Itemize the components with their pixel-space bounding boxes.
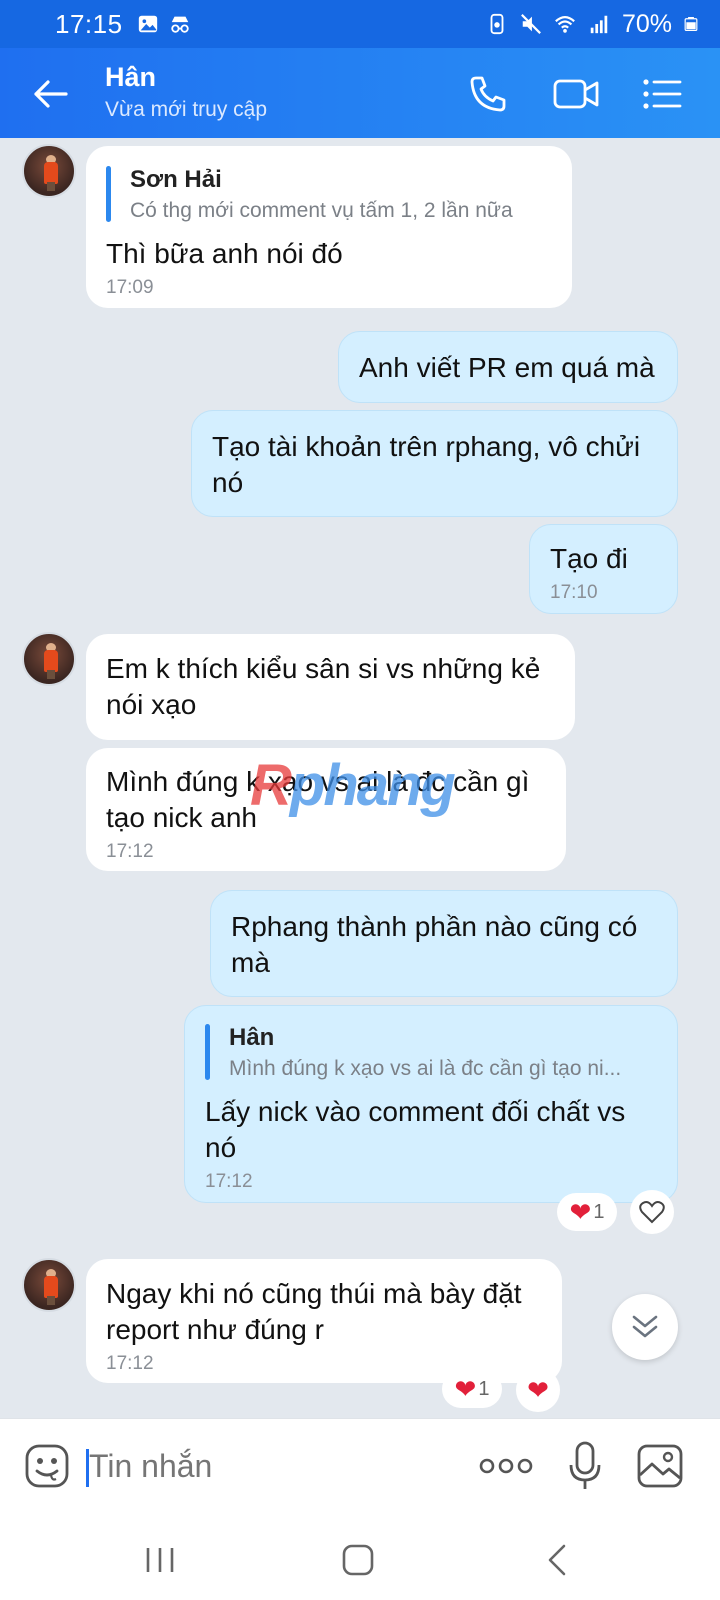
status-time: 17:15 [55,8,123,39]
incoming-message[interactable]: Sơn Hải Có thg mới comment vụ tấm 1, 2 l… [86,146,572,308]
avatar[interactable] [22,1258,76,1312]
reaction-badge[interactable]: ❤ 1 [557,1193,617,1231]
avatar[interactable] [22,144,76,198]
avatar[interactable] [22,632,76,686]
incognito-icon [170,16,189,33]
message-time: 17:12 [205,1171,253,1192]
phone-icon[interactable] [466,72,510,116]
wifi-icon [555,16,575,33]
back-nav-icon[interactable] [538,1540,578,1580]
message-text: Tạo đi [550,543,628,574]
mute-icon [521,14,541,34]
reply-author: Hân [229,1024,275,1051]
reply-snippet: Mình đúng k xạo vs ai là đc cần gì tạo n… [229,1057,622,1080]
contact-name[interactable]: Hân [105,62,156,93]
reaction-badge[interactable]: ❤ 1 [442,1370,502,1408]
heart-reaction-icon: ❤ [527,1375,549,1405]
reply-author: Sơn Hải [130,166,222,193]
message-input[interactable] [86,1441,456,1491]
chat-message-list[interactable]: Sơn Hải Có thg mới comment vụ tấm 1, 2 l… [0,138,720,1418]
data-saver-icon [490,13,504,35]
message-time: 17:12 [106,841,154,862]
outgoing-message[interactable]: Tạo tài khoản trên rphang, vô chửi nó [191,410,678,517]
heart-reaction-icon: ❤ [454,1374,477,1404]
incoming-message[interactable]: Ngay khi nó cũng thúi mà bày đặt report … [86,1259,562,1383]
outgoing-message[interactable]: Anh viết PR em quá mà [338,331,678,403]
home-icon[interactable] [338,1540,378,1580]
double-chevron-down-icon [632,1315,658,1338]
message-text: Lấy nick vào comment đối chất vs nó [205,1096,626,1163]
message-text: Ngay khi nó cũng thúi mà bày đặt report … [106,1278,522,1345]
contact-status: Vừa mới truy cập [105,98,268,121]
react-heart-button[interactable] [630,1190,674,1234]
battery-percent: 70% [621,9,672,38]
outgoing-message[interactable]: Tạo đi 17:10 [529,524,678,614]
reaction-count: 1 [478,1377,490,1400]
signal-icon [590,15,608,34]
react-heart-button[interactable]: ❤ [516,1368,560,1412]
recent-apps-icon[interactable] [140,1540,180,1580]
image-icon[interactable] [636,1443,684,1489]
heart-reaction-icon: ❤ [569,1197,592,1227]
incoming-message[interactable]: Em k thích kiểu sân si vs những kẻ nói x… [86,634,575,740]
more-dots-icon[interactable] [478,1453,534,1479]
scroll-to-bottom-button[interactable] [612,1294,678,1360]
battery-icon [684,17,698,32]
reply-snippet: Có thg mới comment vụ tấm 1, 2 lần nữa [130,199,513,222]
message-time: 17:09 [106,277,154,298]
video-camera-icon[interactable] [552,72,600,116]
sticker-face-icon[interactable] [24,1443,70,1489]
reaction-count: 1 [593,1200,605,1223]
chat-header: Hân Vừa mới truy cập [0,48,720,138]
heart-outline-icon [639,1201,665,1224]
message-text: Em k thích kiểu sân si vs những kẻ nói x… [106,653,541,720]
outgoing-message[interactable]: Hân Mình đúng k xạo vs ai là đc cần gì t… [184,1005,678,1203]
message-text: Tạo tài khoản trên rphang, vô chửi nó [212,431,641,498]
list-menu-icon[interactable] [640,72,684,116]
message-text: Rphang thành phần nào cũng có mà [231,911,638,978]
outgoing-message[interactable]: Rphang thành phần nào cũng có mà [210,890,678,997]
gallery-notification-icon [138,15,157,33]
quoted-reply[interactable]: Sơn Hải Có thg mới comment vụ tấm 1, 2 l… [106,164,552,226]
message-text: Thì bữa anh nói đó [106,238,343,269]
microphone-icon[interactable] [568,1441,602,1491]
system-nav-bar [0,1518,720,1600]
message-input-bar [0,1418,720,1518]
quoted-reply[interactable]: Hân Mình đúng k xạo vs ai là đc cần gì t… [205,1022,657,1084]
rphang-watermark-logo: Rphang [250,753,456,818]
message-text: Anh viết PR em quá mà [359,352,655,383]
back-arrow-icon[interactable] [30,73,72,115]
message-time: 17:10 [550,582,598,603]
status-bar: 17:15 70% [0,0,720,48]
